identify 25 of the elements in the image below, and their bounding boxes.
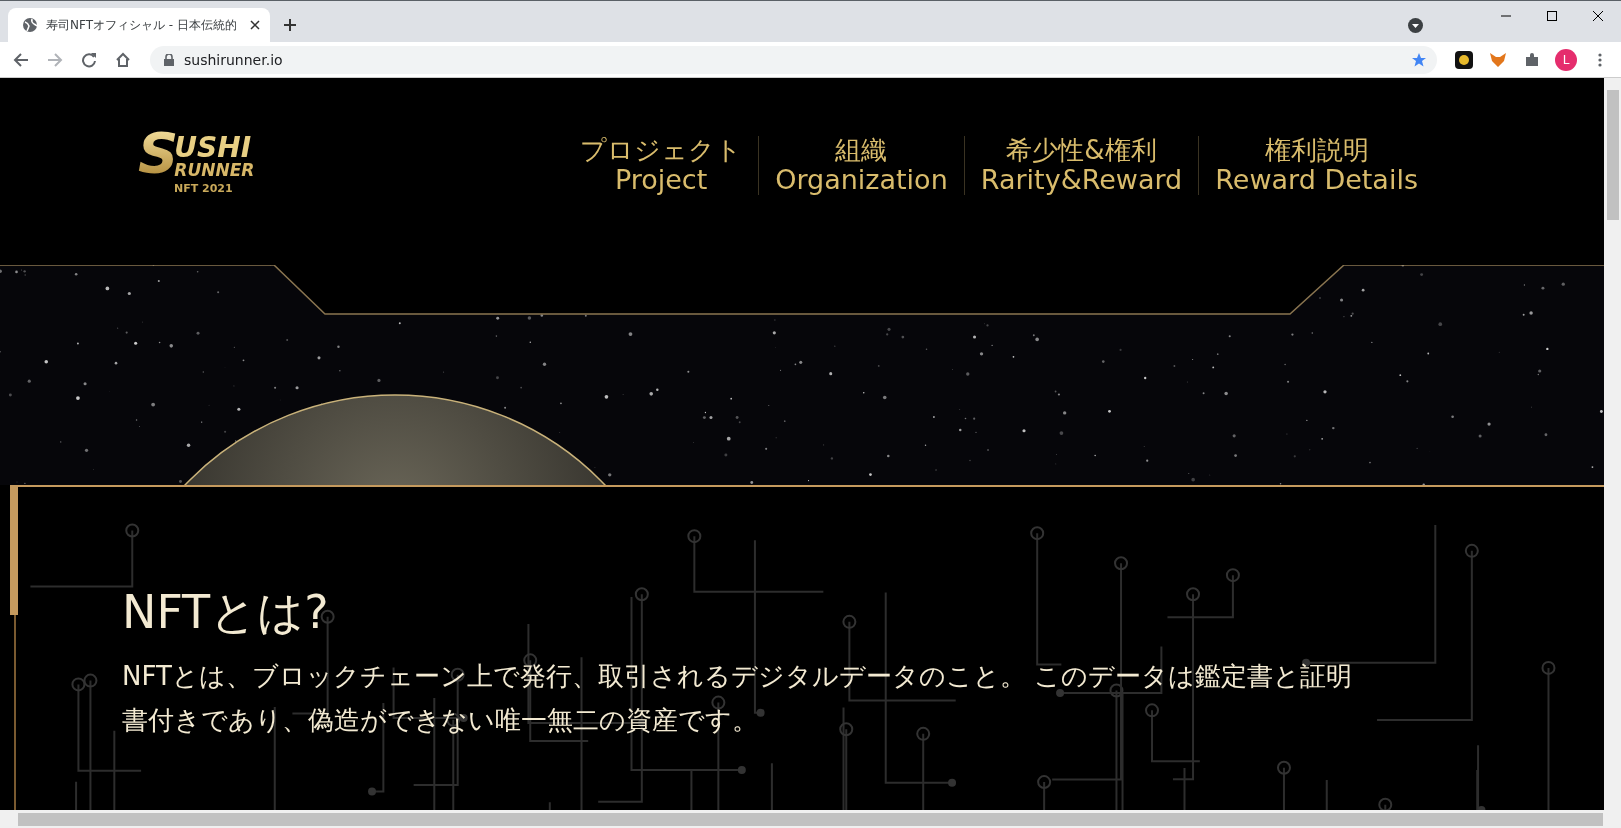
paragraph-line: 書付きであり、偽造ができない唯一無二の資産です。 <box>122 704 759 737</box>
tab-search-icon[interactable] <box>1408 18 1423 33</box>
vertical-scrollbar[interactable] <box>1604 78 1621 810</box>
back-arrow-icon[interactable] <box>13 51 29 68</box>
new-tab-icon[interactable] <box>283 18 297 32</box>
maximize-icon[interactable] <box>1547 11 1557 21</box>
nav-link[interactable]: 権利説明 Reward Details <box>1198 136 1434 195</box>
address-bar[interactable]: sushirunner.io <box>150 45 1437 74</box>
section-heading: NFTとは? <box>122 584 330 641</box>
tab-title: 寿司NFTオフィシャル - 日本伝統的 <box>46 16 238 34</box>
nav-link[interactable]: 希少性&権利 Rarity&Reward <box>963 136 1199 195</box>
nav-link[interactable]: 組織 Organization <box>758 136 964 195</box>
horizontal-scrollbar[interactable] <box>0 810 1621 828</box>
nav-link[interactable]: プロジェクト Project <box>564 136 759 195</box>
browser-tab[interactable]: 寿司NFTオフィシャル - 日本伝統的 <box>8 8 270 42</box>
home-icon[interactable] <box>115 51 131 68</box>
globe-icon <box>22 17 38 33</box>
profile-avatar[interactable]: L <box>1555 48 1577 71</box>
paragraph-line: NFTとは、ブロックチェーン上で発行、取引されるデジタルデータのこと。 このデータは鑑定書と証明 <box>122 660 1354 693</box>
star-icon[interactable] <box>1411 51 1427 68</box>
reload-icon[interactable] <box>81 51 97 68</box>
close-icon[interactable] <box>250 20 260 30</box>
lock-icon <box>164 53 174 66</box>
close-icon[interactable] <box>1593 11 1603 21</box>
logo-subtitle: NFT 2021 <box>174 182 233 194</box>
